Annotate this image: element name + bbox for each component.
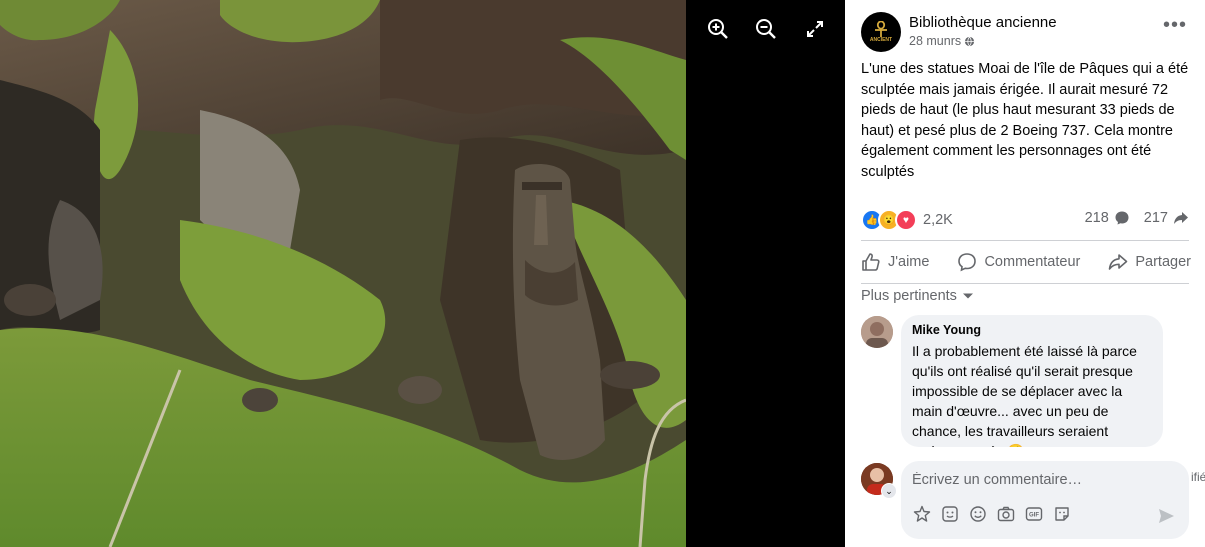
moai-quarry-photo — [0, 0, 686, 547]
sticker-pack-button[interactable] — [1053, 505, 1071, 523]
emoji-button[interactable] — [969, 505, 987, 523]
engagement-counts: 218 217 — [1085, 210, 1189, 226]
ankh-logo-icon — [875, 21, 887, 37]
globe-icon — [965, 36, 975, 47]
reactions-count: 2,2K — [923, 212, 953, 228]
avatar-sticker-icon — [913, 505, 931, 522]
post-panel: ANCIENT Bibliothèque ancienne 28 munrs •… — [845, 0, 1205, 547]
send-button[interactable] — [1157, 507, 1175, 530]
comments-count[interactable]: 218 — [1085, 210, 1130, 226]
comment-input[interactable] — [912, 469, 1172, 491]
comment-bubble: Mike Young Il a probablement été laissé … — [901, 315, 1163, 447]
truncated-label: ifié — [1191, 470, 1205, 484]
share-button-label: Partager — [1135, 254, 1191, 270]
page-name-link[interactable]: Bibliothèque ancienne — [909, 14, 1057, 31]
gif-button[interactable]: GIF — [1025, 505, 1043, 523]
comment-button[interactable]: Commentateur — [957, 248, 1080, 276]
more-options-button[interactable]: ••• — [1163, 15, 1187, 35]
love-reaction-icon: ♥ — [895, 209, 917, 231]
comment-text: Il a probablement été laissé là parce qu… — [912, 343, 1137, 447]
divider — [861, 283, 1189, 284]
camera-icon — [997, 506, 1015, 522]
viewer-controls — [686, 0, 845, 547]
send-icon — [1159, 509, 1174, 523]
post-actions: J'aime Commentateur Partager — [861, 246, 1191, 278]
sticker-icon — [942, 506, 958, 522]
zoom-in-button[interactable] — [705, 16, 731, 42]
comment-author[interactable]: Mike Young — [912, 323, 981, 337]
commenter-avatar[interactable] — [861, 316, 893, 348]
photo-button[interactable] — [997, 505, 1015, 523]
fullscreen-button[interactable] — [802, 16, 828, 42]
like-button[interactable]: J'aime — [861, 248, 929, 276]
share-icon — [1109, 254, 1128, 270]
divider — [861, 240, 1189, 241]
zoom-in-icon — [708, 19, 728, 39]
avatar-brand-text: ANCIENT — [869, 37, 893, 43]
comment-composer: GIF — [901, 461, 1189, 539]
comment-icon — [958, 253, 977, 272]
comment-button-label: Commentateur — [984, 254, 1081, 270]
reaction-summary[interactable]: 👍 😮 ♥ 2,2K — [861, 209, 953, 231]
reaction-icons: 👍 😮 ♥ — [861, 209, 917, 231]
thumbs-up-icon — [862, 253, 880, 271]
shares-count-text: 217 — [1143, 210, 1168, 226]
share-arrow-icon — [1174, 212, 1188, 224]
profile-switch-badge[interactable]: ⌄ — [881, 483, 897, 499]
like-button-label: J'aime — [888, 254, 930, 270]
expand-icon — [807, 21, 823, 37]
composer-tools: GIF — [913, 505, 1071, 523]
gif-icon: GIF — [1025, 507, 1043, 521]
comments-count-text: 218 — [1084, 210, 1109, 226]
post-timestamp[interactable]: 28 munrs — [909, 34, 975, 48]
svg-text:GIF: GIF — [1029, 513, 1039, 519]
smiley-icon — [970, 506, 986, 522]
commenter-photo — [861, 316, 893, 348]
comment-sort-label: Plus pertinents — [861, 288, 957, 304]
share-button[interactable]: Partager — [1108, 248, 1191, 276]
sticker-button[interactable] — [941, 505, 959, 523]
caret-down-icon — [962, 293, 973, 299]
sticker-pack-icon — [1055, 507, 1069, 521]
post-text: L'une des statues Moai de l'île de Pâque… — [861, 61, 1189, 180]
post-photo[interactable] — [0, 0, 686, 547]
page-avatar[interactable]: ANCIENT — [861, 12, 901, 52]
post-time-text: 28 munrs — [909, 34, 962, 48]
avatar-sticker-button[interactable] — [913, 505, 931, 523]
zoom-out-icon — [756, 19, 776, 39]
comment-bubble-icon — [1115, 211, 1129, 225]
shares-count[interactable]: 217 — [1144, 210, 1189, 226]
zoom-out-button[interactable] — [753, 16, 779, 42]
comment-sort-dropdown[interactable]: Plus pertinents — [861, 288, 974, 304]
